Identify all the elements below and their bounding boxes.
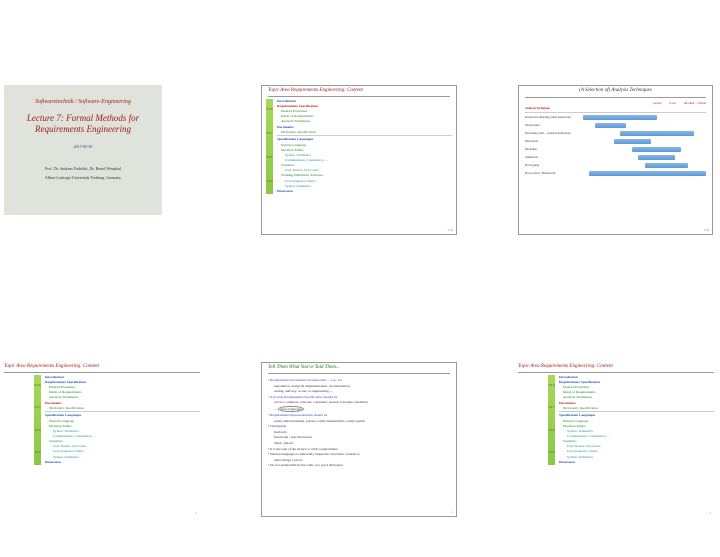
outline-body: VL 6 VL 7 VL 8 VL 9 Introduction Require…	[518, 375, 714, 465]
outline-body: VL 6 VL 7 VL 8 VL 9 Introduction Require…	[4, 375, 200, 465]
tell-header: Tell Them What You've Told Them...	[268, 365, 450, 374]
chart-row: Provocation / Brainstorm	[525, 170, 706, 178]
line: • Do not underestimate the value of a go…	[268, 463, 450, 469]
outline-body: VL 6 VL 7 VL 8 VL 9 Introduction Require…	[262, 99, 456, 194]
title-box: Softwaretechnik / Software-Engineering L…	[4, 85, 162, 215]
subitem: Dictionary, Specification	[277, 129, 452, 134]
vl-label: VL 8	[548, 429, 554, 433]
row-label: Animation	[525, 156, 583, 160]
slide-title: Softwaretechnik / Software-Engineering L…	[4, 85, 162, 215]
row-label: Observation	[525, 124, 583, 128]
subitem: Dictionary, Specification	[559, 405, 714, 410]
row-label: Provocation / Brainstorm	[525, 172, 583, 176]
chart-row: Discussion	[525, 138, 706, 146]
col-label: content	[653, 102, 662, 106]
outline-items: Introduction Requirements Specification …	[273, 99, 452, 194]
row-header: Analysis Technique	[525, 107, 706, 113]
tell-body: • Requirements Documents are important —…	[262, 376, 456, 471]
vl-label: VL 6	[548, 384, 554, 388]
line: — three languages	[268, 405, 450, 413]
topic-header: Topic Area Requirements Engineering: Con…	[268, 88, 450, 97]
vl-label: VL 6	[266, 108, 272, 112]
row-label: Modeling	[525, 148, 583, 152]
col-label: focus	[669, 102, 676, 106]
subitem: Dictionary, Specification	[45, 405, 200, 410]
page-number: 2/49	[448, 229, 453, 233]
chart-row: Animation	[525, 154, 706, 162]
row-label: Reasoning with ... (natural deduction)	[525, 132, 583, 136]
analysis-chart: content focus informal ... formal Analys…	[519, 98, 712, 196]
vl-label: VL 6	[34, 384, 40, 388]
date: 2017-05-29	[12, 144, 154, 149]
vl-label: VL 9	[548, 451, 554, 455]
row-label: Prototyping	[525, 164, 583, 168]
page-number: 4	[710, 512, 712, 516]
topic-header: Topic Area Requirements Engineering: Con…	[518, 364, 714, 373]
lecture-stripe: VL 6 VL 7 VL 8 VL 9	[34, 375, 41, 465]
slide-tell: Tell Them What You've Told Them... • Req…	[261, 362, 457, 517]
chart-row: Perspective Reading (desk inspection)	[525, 114, 706, 122]
col-label: informal ... formal	[684, 102, 706, 106]
analysis-header: (A Selection of) Analysis Techniques	[525, 86, 706, 98]
supertitle: Softwaretechnik / Software-Engineering	[12, 99, 154, 107]
chart-row: Modeling	[525, 146, 706, 154]
chart-row: Observation	[525, 122, 706, 130]
authors: Prof. Dr. Andreas Podelski, Dr. Bernd We…	[12, 166, 154, 171]
chart-col-headers: content focus informal ... formal	[525, 102, 706, 106]
item: Discussion	[45, 459, 200, 464]
vl-label: VL 7	[548, 406, 554, 410]
item: Discussion	[559, 459, 714, 464]
vl-label: VL 7	[266, 132, 272, 136]
row-label: Perspective Reading (desk inspection)	[525, 116, 583, 120]
item: Discussion	[277, 189, 452, 194]
row-label: Discussion	[525, 140, 583, 144]
item: Specification Languages	[45, 411, 200, 418]
vl-label: VL 9	[34, 451, 40, 455]
page-number: 4	[452, 511, 454, 515]
lecture-stripe: VL 6 VL 7 VL 8 VL 9	[266, 99, 273, 194]
outline-items: Introduction Requirements Specification …	[41, 375, 200, 465]
slide-outline-c: Topic Area Requirements Engineering: Con…	[518, 362, 714, 517]
slide-analysis: (A Selection of) Analysis Techniques con…	[518, 85, 713, 235]
page-number: 4	[196, 512, 198, 516]
page-number: 3/49	[704, 229, 709, 233]
chart-row: Prototyping	[525, 162, 706, 170]
slide-outline-a: Topic Area Requirements Engineering: Con…	[261, 85, 457, 235]
lecture-stripe: VL 6 VL 7 VL 8 VL 9	[548, 375, 555, 465]
vl-label: VL 9	[266, 180, 272, 184]
main-title: Lecture 7: Formal Methods for Requiremen…	[12, 113, 154, 135]
vl-label: VL 8	[34, 429, 40, 433]
affiliation: Albert-Ludwigs-Universität Freiburg, Ger…	[12, 175, 154, 180]
slide-outline-b: Topic Area Requirements Engineering: Con…	[4, 362, 200, 517]
topic-header: Topic Area Requirements Engineering: Con…	[4, 364, 200, 373]
outline-items: Introduction Requirements Specification …	[555, 375, 714, 465]
item: Specification Languages	[277, 135, 452, 142]
vl-label: VL 8	[266, 156, 272, 160]
vl-label: VL 7	[34, 406, 40, 410]
chart-row: Reasoning with ... (natural deduction)	[525, 130, 706, 138]
item: Specification Languages	[559, 411, 714, 418]
